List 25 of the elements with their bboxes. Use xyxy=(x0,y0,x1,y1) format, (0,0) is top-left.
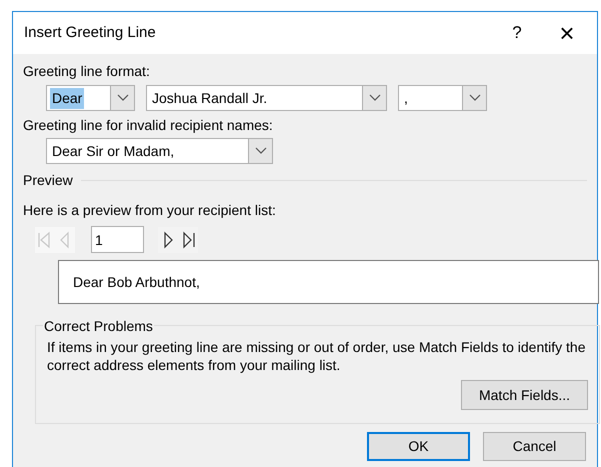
preview-label: Here is a preview from your recipient list: xyxy=(23,201,277,220)
preview-text: Dear Bob Arbuthnot, xyxy=(73,272,200,292)
dropdown[interactable]: Dear Sir or Madam, xyxy=(46,138,273,164)
dropdown-value: , xyxy=(403,88,409,108)
match-fields-button[interactable]: Match Fields... xyxy=(461,380,588,410)
window-title: Insert Greeting Line xyxy=(24,22,157,43)
record-field[interactable]: 1 xyxy=(91,226,144,253)
dropdown[interactable]: Dear xyxy=(46,85,135,111)
chevron-down-icon xyxy=(368,94,380,102)
chevron-down-icon xyxy=(116,94,128,102)
dropdown-value: Dear xyxy=(50,88,84,108)
dropdown-value: Dear Sir or Madam, xyxy=(51,142,176,160)
problems-text: If items in your greeting line are missing or out of order, use Match Fields to identify the correct address elements from your mailing list. xyxy=(47,338,586,374)
dropdown[interactable]: , xyxy=(398,85,487,111)
format-label: Greeting line format: xyxy=(23,62,151,81)
help-button[interactable]: ? xyxy=(497,18,537,48)
preview-heading: Preview xyxy=(23,171,73,190)
chevron-down-icon xyxy=(254,147,266,155)
chevron-down-icon xyxy=(468,94,480,102)
close-button[interactable]: × xyxy=(537,18,597,48)
dropdown-value: Joshua Randall Jr. xyxy=(151,88,268,108)
dialog-button[interactable]: OK xyxy=(367,432,470,461)
invalid-names-label: Greeting line for invalid recipient names: xyxy=(23,116,274,135)
dialog-button[interactable]: Cancel xyxy=(483,432,586,461)
dropdown[interactable]: Joshua Randall Jr. xyxy=(146,85,387,111)
